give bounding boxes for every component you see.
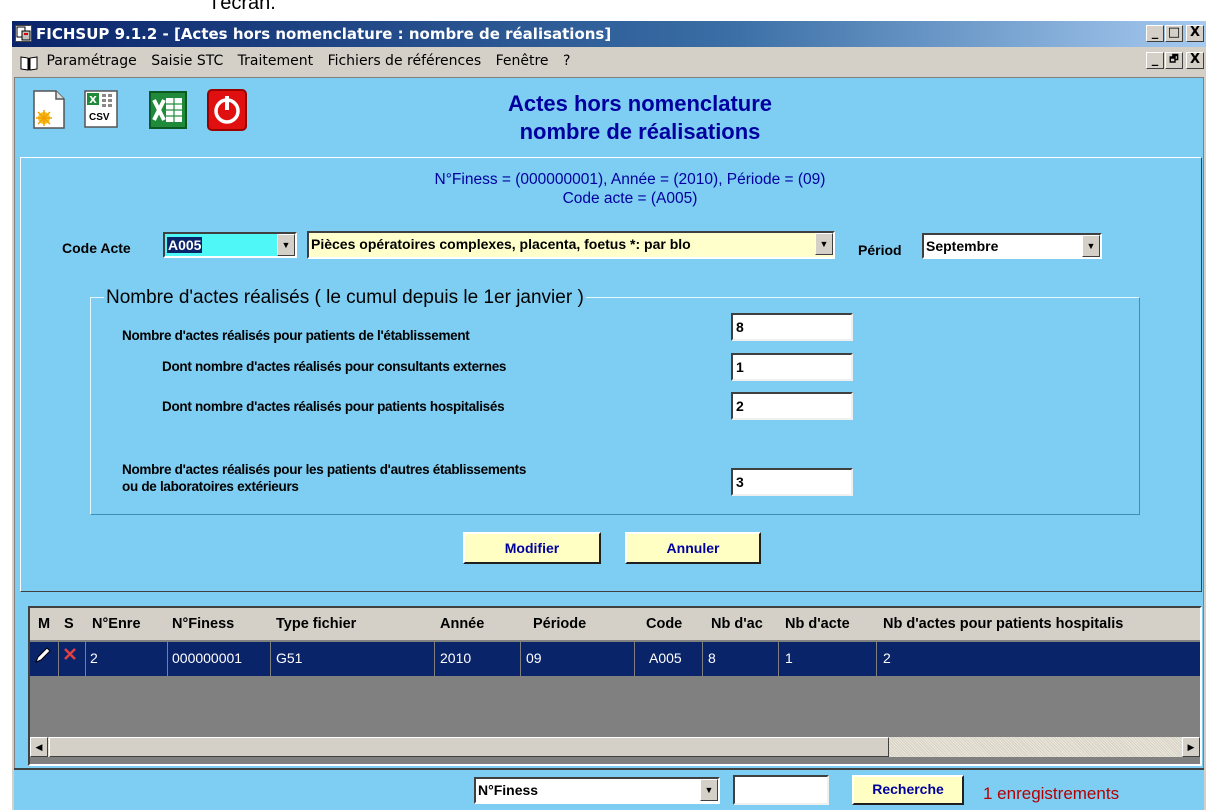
acte-description-value: Pièces opératoires complexes, placenta, … bbox=[311, 236, 691, 252]
menu-traitement[interactable]: Traitement bbox=[238, 53, 313, 69]
col-header-code[interactable]: Code bbox=[646, 616, 682, 632]
svg-text:X: X bbox=[89, 95, 97, 106]
col-header-nb3[interactable]: Nb d'actes pour patients hospitalis bbox=[883, 616, 1198, 632]
table-row[interactable]: 2 000000001 G51 2010 09 A005 8 1 2 bbox=[30, 642, 1200, 676]
maximize-button[interactable]: □ bbox=[1165, 25, 1183, 42]
menu-saisie-stc[interactable]: Saisie STC bbox=[151, 53, 223, 69]
menu-parametrage[interactable]: Paramétrage bbox=[46, 53, 136, 69]
row-label-autres-line2: ou de laboratoires extérieurs bbox=[122, 479, 299, 494]
page-title: Actes hors nomenclature nombre de réalis… bbox=[420, 90, 860, 146]
nb-actes-hospitalises-input[interactable]: 2 bbox=[731, 392, 853, 420]
mdi-restore-button[interactable]: 🗗 bbox=[1165, 52, 1183, 69]
cancel-button[interactable]: Annuler bbox=[625, 532, 761, 564]
cell-finess: 000000001 bbox=[172, 650, 243, 666]
context-info-line1: N°Finess = (000000001), Année = (2010), … bbox=[434, 171, 826, 188]
col-header-nb1[interactable]: Nb d'ac bbox=[711, 616, 763, 632]
context-info: N°Finess = (000000001), Année = (2010), … bbox=[200, 170, 1060, 208]
cell-type: G51 bbox=[276, 650, 303, 666]
cell-nb2: 1 bbox=[785, 650, 793, 666]
search-button[interactable]: Recherche bbox=[852, 775, 964, 805]
scroll-left-icon[interactable]: ◀ bbox=[30, 737, 48, 757]
code-acte-value: A005 bbox=[167, 237, 203, 253]
close-window-button[interactable]: X bbox=[1186, 25, 1204, 42]
nb-actes-externes-input[interactable]: 1 bbox=[731, 353, 853, 381]
col-header-type[interactable]: Type fichier bbox=[276, 616, 356, 632]
excel-icon[interactable] bbox=[148, 90, 188, 130]
menu-bar: Paramétrage Saisie STC Traitement Fichie… bbox=[12, 47, 1206, 75]
code-acte-label: Code Acte bbox=[62, 240, 131, 256]
col-header-annee[interactable]: Année bbox=[440, 616, 484, 632]
group-title: Nombre d'actes réalisés ( le cumul depui… bbox=[104, 287, 586, 309]
chevron-down-icon[interactable]: ▼ bbox=[277, 234, 295, 256]
delete-cross-icon[interactable] bbox=[62, 646, 78, 665]
grid-header: M S N°Enre N°Finess Type fichier Année P… bbox=[30, 608, 1200, 640]
csv-label: CSV bbox=[89, 112, 110, 123]
row-label-autres-line1: Nombre d'actes réalisés pour les patient… bbox=[122, 462, 527, 477]
row-label-consultants-externes: Dont nombre d'actes réalisés pour consul… bbox=[162, 359, 507, 374]
col-header-enre[interactable]: N°Enre bbox=[92, 616, 141, 632]
col-header-nb2[interactable]: Nb d'acte bbox=[785, 616, 850, 632]
modify-button[interactable]: Modifier bbox=[463, 532, 601, 564]
edit-pencil-icon[interactable] bbox=[34, 646, 52, 667]
periode-select[interactable]: Septembre ▼ bbox=[922, 233, 1102, 259]
mdi-minimize-button[interactable]: _ bbox=[1146, 52, 1164, 69]
cell-nb1: 8 bbox=[708, 650, 716, 666]
chevron-down-icon[interactable]: ▼ bbox=[700, 779, 718, 801]
chevron-down-icon[interactable]: ▼ bbox=[815, 233, 833, 255]
col-header-finess[interactable]: N°Finess bbox=[172, 616, 234, 632]
new-document-icon[interactable] bbox=[30, 88, 68, 130]
cell-periode: 09 bbox=[526, 650, 542, 666]
row-label-etablissement: Nombre d'actes réalisés pour patients de… bbox=[122, 328, 470, 343]
search-field-select[interactable]: N°Finess ▼ bbox=[474, 777, 720, 804]
menu-help[interactable]: ? bbox=[563, 53, 570, 69]
context-info-line2: Code acte = (A005) bbox=[562, 190, 698, 207]
col-header-s[interactable]: S bbox=[64, 616, 74, 632]
minimize-button[interactable]: _ bbox=[1146, 25, 1164, 42]
menu-fenetre[interactable]: Fenêtre bbox=[496, 53, 549, 69]
periode-label: Périod bbox=[858, 242, 902, 258]
scroll-right-icon[interactable]: ▶ bbox=[1182, 737, 1200, 757]
power-exit-icon[interactable] bbox=[206, 88, 248, 132]
page-title-line2: nombre de réalisations bbox=[519, 119, 761, 144]
acte-description-select[interactable]: Pièces opératoires complexes, placenta, … bbox=[307, 231, 835, 259]
window-title: FICHSUP 9.1.2 - [Actes hors nomenclature… bbox=[36, 25, 612, 43]
page-title-line1: Actes hors nomenclature bbox=[507, 91, 773, 116]
nb-actes-etablissement-input[interactable]: 8 bbox=[731, 313, 853, 341]
cell-enre: 2 bbox=[90, 650, 98, 666]
chevron-down-icon[interactable]: ▼ bbox=[1082, 235, 1100, 257]
title-bar: FICHSUP 9.1.2 - [Actes hors nomenclature… bbox=[12, 21, 1206, 47]
periode-value: Septembre bbox=[926, 238, 999, 254]
col-header-periode[interactable]: Période bbox=[533, 616, 586, 632]
col-header-m[interactable]: M bbox=[38, 616, 50, 632]
cell-nb3: 2 bbox=[883, 650, 891, 666]
search-field-value: N°Finess bbox=[478, 782, 539, 798]
menu-fichiers-references[interactable]: Fichiers de références bbox=[328, 53, 482, 69]
row-label-autres-etablissements: Nombre d'actes réalisés pour les patient… bbox=[122, 461, 526, 495]
app-icon bbox=[15, 25, 32, 42]
search-input[interactable] bbox=[733, 775, 829, 805]
caption-fragment: l'écran. bbox=[212, 0, 276, 14]
code-acte-select[interactable]: A005 ▼ bbox=[163, 232, 297, 258]
record-count: 1 enregistrements bbox=[983, 784, 1120, 803]
cell-annee: 2010 bbox=[440, 650, 472, 666]
export-csv-icon[interactable]: X bbox=[82, 88, 120, 130]
cell-code: A005 bbox=[649, 650, 682, 666]
nb-actes-autres-input[interactable]: 3 bbox=[731, 468, 853, 496]
book-icon bbox=[20, 53, 38, 71]
scroll-thumb[interactable] bbox=[49, 737, 889, 757]
row-label-hospitalises: Dont nombre d'actes réalisés pour patien… bbox=[162, 399, 505, 414]
mdi-close-button[interactable]: X bbox=[1186, 52, 1204, 69]
